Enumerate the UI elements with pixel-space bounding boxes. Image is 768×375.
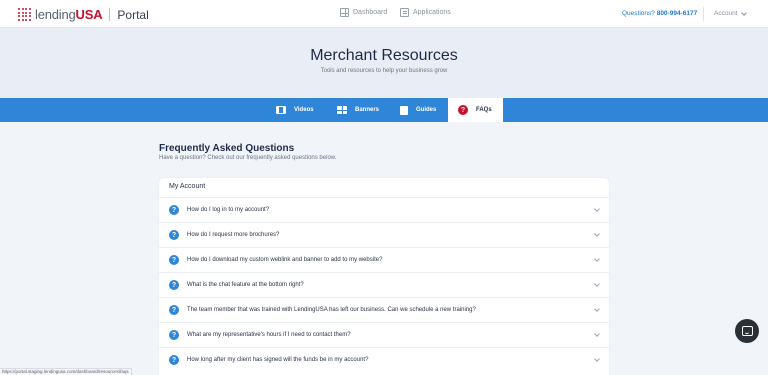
faq-heading: Frequently Asked Questions [159,143,295,154]
tab-banners-label: Banners [355,107,380,113]
resource-tabs: Videos Banners Guides ? FAQs [0,98,768,122]
tab-faqs[interactable]: ? FAQs [448,98,503,122]
question-icon: ? [169,280,179,290]
chevron-down-icon [740,9,747,16]
chevron-down-icon [594,256,600,262]
faq-item[interactable]: ? How do I download my custom weblink an… [159,247,609,272]
faq-question: How long after my client has signed will… [187,357,369,363]
chat-icon [741,326,753,336]
nav-applications-label: Applications [413,9,451,16]
question-icon: ? [169,355,179,365]
questions-phone-link[interactable]: Questions? 800-994-6177 [622,10,697,17]
logo-dots-icon [18,8,31,21]
questions-label: Questions? [622,10,655,17]
question-icon: ? [169,205,179,215]
faq-item[interactable]: ? How do I log in to my account? [159,197,609,222]
top-divider [703,7,704,21]
faq-item[interactable]: ? What are my representative's hours if … [159,322,609,347]
faq-item[interactable]: ? How do I request more brochures? [159,222,609,247]
chevron-down-icon [594,306,600,312]
faq-item[interactable]: ? How long after my client has signed wi… [159,347,609,372]
logo-wordmark: lendingUSA [35,7,103,22]
faq-item[interactable]: ? The team member that was trained with … [159,297,609,322]
page-subtitle: Tools and resources to help your busines… [320,68,448,74]
question-icon: ? [169,255,179,265]
applications-icon [400,8,409,17]
chevron-down-icon [594,206,600,212]
tab-videos[interactable]: Videos [276,98,314,122]
phone-number[interactable]: 800-994-6177 [657,10,697,17]
grid-icon [337,106,347,114]
question-icon: ? [169,230,179,240]
chevron-down-icon [594,331,600,337]
chat-launcher-button[interactable] [735,319,759,343]
status-bar-url: https://portal.staging.lendingusa.com/da… [0,368,132,375]
faq-card: My Account ? How do I log in to my accou… [159,178,609,375]
tab-videos-label: Videos [294,107,314,113]
faq-question: What is the chat feature at the bottom r… [187,282,304,288]
chevron-down-icon [594,281,600,287]
dashboard-icon [340,8,349,17]
logo-divider [109,8,111,21]
tab-guides-label: Guides [416,107,437,113]
book-icon [400,105,408,115]
film-icon [276,106,286,114]
tab-guides[interactable]: Guides [400,98,436,122]
tab-faqs-label: FAQs [476,107,492,113]
faq-item[interactable]: ? What is the chat feature at the bottom… [159,272,609,297]
logo-portal-label: Portal [117,7,149,22]
question-icon: ? [169,305,179,315]
page-title: Merchant Resources [310,47,458,64]
faq-question: How do I request more brochures? [187,232,280,238]
nav-dashboard-label: Dashboard [353,9,388,16]
top-bar: lendingUSA Portal Dashboard Applications… [0,0,768,28]
faq-subheading: Have a question? Check out our frequentl… [159,155,337,161]
question-circle-icon: ? [458,105,468,115]
faq-section-title: My Account [169,183,206,190]
chevron-down-icon [594,356,600,362]
faq-question: What are my representative's hours if I … [187,332,351,338]
nav-dashboard[interactable]: Dashboard [340,8,387,17]
question-icon: ? [169,330,179,340]
nav-applications[interactable]: Applications [400,8,451,17]
account-menu[interactable]: Account [714,9,747,17]
account-label: Account [714,10,738,17]
faq-question: The team member that was trained with Le… [187,307,476,313]
faq-question: How do I log in to my account? [187,207,270,213]
chevron-down-icon [594,231,600,237]
logo[interactable]: lendingUSA Portal [18,7,149,22]
hero-banner: Merchant Resources Tools and resources t… [0,28,768,98]
faq-question: How do I download my custom weblink and … [187,257,383,263]
tab-banners[interactable]: Banners [337,98,379,122]
